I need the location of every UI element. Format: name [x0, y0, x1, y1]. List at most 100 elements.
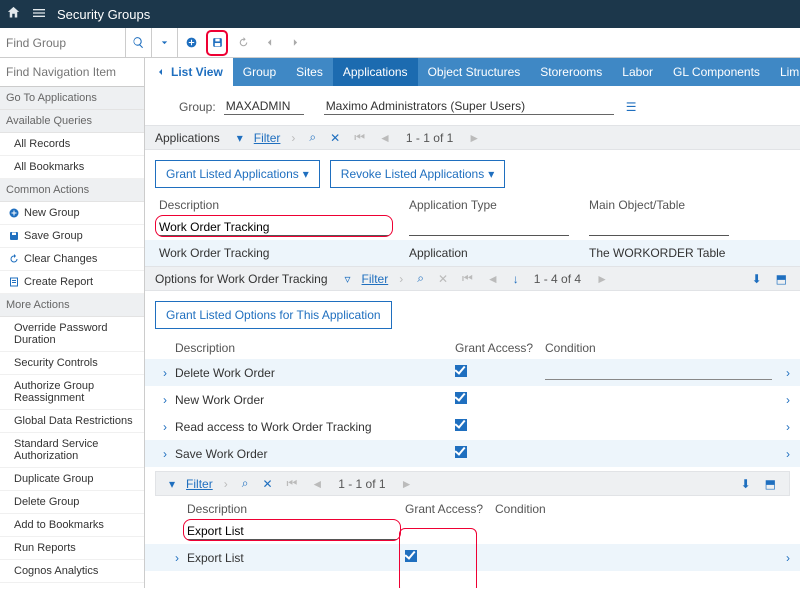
home-icon[interactable]	[6, 5, 21, 23]
new-icon[interactable]	[178, 28, 204, 58]
expand-row-icon[interactable]: ›	[155, 447, 175, 461]
grant-apps-button[interactable]: Grant Listed Applications▾	[155, 160, 320, 188]
filter-toggle-icon[interactable]: ▾	[166, 477, 178, 491]
bookmark-icon[interactable]: ☰	[626, 100, 637, 114]
sidebar: Go To Applications Available Queries All…	[0, 58, 145, 588]
side-section[interactable]: Common Actions	[0, 179, 144, 202]
filter-toggle-icon[interactable]: ▿	[342, 272, 354, 286]
tab-applications[interactable]: Applications	[333, 58, 418, 86]
search-icon[interactable]: ⌕	[306, 130, 319, 145]
side-section[interactable]: Available Queries	[0, 110, 144, 133]
sidebar-item[interactable]: Authorize Group Reassignment	[0, 375, 144, 410]
expand-icon[interactable]: ⬒	[773, 272, 790, 286]
revoke-apps-button[interactable]: Revoke Listed Applications▾	[330, 160, 505, 188]
col-desc[interactable]: Description	[175, 341, 455, 355]
detail-icon[interactable]: ›	[772, 447, 790, 461]
save-icon[interactable]	[204, 28, 230, 58]
sidebar-item[interactable]: Add to Bookmarks	[0, 514, 144, 537]
col-type[interactable]: Application Type	[409, 198, 589, 212]
side-section[interactable]: Go To Applications	[0, 87, 144, 110]
sidebar-item[interactable]: Delete Group	[0, 491, 144, 514]
col-grant[interactable]: Grant Access?	[455, 341, 545, 355]
search-icon[interactable]: ⌕	[414, 271, 427, 286]
filter-toggle-icon[interactable]: ▾	[234, 131, 246, 145]
sidebar-item[interactable]: Cognos Analytics	[0, 560, 144, 583]
nav-search-input[interactable]	[0, 58, 144, 87]
tab-sites[interactable]: Sites	[286, 58, 333, 86]
filter-link[interactable]: Filter	[186, 477, 213, 491]
clear-icon[interactable]	[230, 28, 256, 58]
col-grant[interactable]: Grant Access?	[405, 502, 495, 516]
expand-row-icon[interactable]: ›	[155, 393, 175, 407]
col-obj[interactable]: Main Object/Table	[589, 198, 790, 212]
detail-icon[interactable]: ›	[772, 420, 790, 434]
sidebar-item-clear[interactable]: Clear Changes	[0, 248, 144, 271]
tab-list-view[interactable]: List View	[145, 58, 233, 86]
next-icon: ►	[465, 131, 483, 145]
sub-option-row: › Export List ›	[145, 544, 800, 571]
tab-gl-components[interactable]: GL Components	[663, 58, 770, 86]
detail-icon[interactable]: ›	[772, 393, 790, 407]
clear-filter-icon[interactable]: ✕	[327, 131, 343, 145]
col-cond[interactable]: Condition	[545, 341, 790, 355]
detail-icon[interactable]: ›	[772, 366, 790, 380]
grant-checkbox[interactable]	[455, 419, 467, 431]
filter-obj-input[interactable]	[589, 218, 729, 236]
grant-checkbox[interactable]	[455, 392, 467, 404]
col-desc[interactable]: Description	[187, 502, 405, 516]
grant-checkbox[interactable]	[455, 365, 467, 377]
expand-icon[interactable]: ⬒	[762, 477, 779, 491]
side-section[interactable]: More Actions	[0, 294, 144, 317]
app-row[interactable]: Work Order Tracking Application The WORK…	[145, 240, 800, 266]
find-group-input[interactable]	[6, 36, 119, 50]
tab-object-structures[interactable]: Object Structures	[418, 58, 531, 86]
sidebar-item[interactable]: Duplicate Group	[0, 468, 144, 491]
grant-checkbox[interactable]	[455, 446, 467, 458]
sidebar-item[interactable]: Standard Service Authorization	[0, 433, 144, 468]
sidebar-item[interactable]: Run Reports	[0, 537, 144, 560]
filter-type-input[interactable]	[409, 218, 569, 236]
filter-link[interactable]: Filter	[362, 272, 389, 286]
chevron-down-icon: ▾	[303, 167, 309, 181]
grant-options-button[interactable]: Grant Listed Options for This Applicatio…	[155, 301, 392, 329]
tab-group[interactable]: Group	[233, 58, 286, 86]
menu-icon[interactable]	[31, 5, 47, 24]
sub-filter-desc-input[interactable]	[187, 522, 397, 540]
col-cond[interactable]: Condition	[495, 502, 790, 516]
expand-row-icon[interactable]: ›	[167, 551, 187, 565]
filter-desc-input[interactable]	[159, 218, 389, 236]
down-icon[interactable]: ↓	[510, 272, 522, 286]
chevron-right-icon: ›	[288, 131, 298, 145]
clear-filter-icon[interactable]: ✕	[259, 477, 275, 491]
save-icon	[8, 230, 20, 242]
filter-link[interactable]: Filter	[254, 131, 281, 145]
sidebar-item[interactable]: All Records	[0, 133, 144, 156]
sidebar-item[interactable]: Override Password Duration	[0, 317, 144, 352]
sidebar-item-new[interactable]: New Group	[0, 202, 144, 225]
tab-storerooms[interactable]: Storerooms	[530, 58, 612, 86]
tab-limits[interactable]: Limits and Tolerances	[770, 58, 800, 86]
chevron-down-icon[interactable]	[152, 28, 178, 58]
first-icon: ⏮	[351, 130, 368, 145]
sidebar-item[interactable]: Security Controls	[0, 352, 144, 375]
plus-icon	[8, 207, 20, 219]
sidebar-item[interactable]: All Bookmarks	[0, 156, 144, 179]
grant-checkbox[interactable]	[405, 550, 417, 562]
sidebar-item-save[interactable]: Save Group	[0, 225, 144, 248]
expand-row-icon[interactable]: ›	[155, 366, 175, 380]
expand-row-icon[interactable]: ›	[155, 420, 175, 434]
detail-icon[interactable]: ›	[772, 551, 790, 565]
clear-filter-icon[interactable]: ✕	[435, 272, 451, 286]
download-icon[interactable]: ⬇	[749, 272, 765, 286]
download-icon[interactable]: ⬇	[738, 477, 754, 491]
group-code[interactable]: MAXADMIN	[224, 98, 304, 115]
prev-icon: ◄	[376, 131, 394, 145]
tab-labor[interactable]: Labor	[612, 58, 663, 86]
group-desc[interactable]: Maximo Administrators (Super Users)	[324, 98, 614, 115]
report-icon	[8, 276, 20, 288]
search-icon[interactable]: ⌕	[239, 476, 252, 491]
sidebar-item[interactable]: Global Data Restrictions	[0, 410, 144, 433]
sidebar-item-report[interactable]: Create Report	[0, 271, 144, 294]
col-desc[interactable]: Description	[159, 198, 409, 212]
search-icon[interactable]	[126, 28, 152, 58]
